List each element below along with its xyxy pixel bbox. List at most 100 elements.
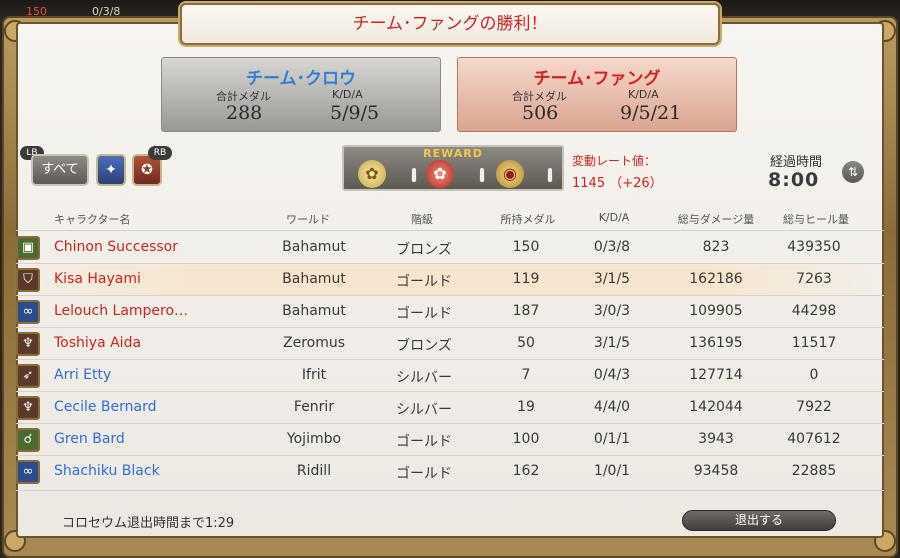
player-damage: 142044: [689, 399, 743, 415]
player-rank: ゴールド: [396, 274, 452, 290]
tab-all[interactable]: すべて: [31, 154, 89, 186]
player-medals: 50: [517, 335, 535, 351]
col-header-medals[interactable]: 所持メダル: [496, 211, 560, 227]
player-kda: 3/1/5: [593, 335, 631, 351]
player-medals: 150: [512, 239, 540, 255]
rating-change-value: 1145 （+26）: [572, 176, 663, 191]
col-header-world[interactable]: ワールド: [278, 211, 338, 227]
reward-panel: REWARD ✿ ✿ ◉: [342, 145, 564, 191]
player-name: Chinon Successor: [54, 239, 178, 255]
leave-button[interactable]: 退出する: [682, 510, 836, 531]
player-damage: 3943: [698, 431, 734, 447]
player-row[interactable]: ∞ Shachiku Black Ridill ゴールド 162 1/0/1 9…: [12, 457, 884, 487]
player-heal: 22885: [791, 463, 837, 479]
victory-banner: チーム･ファングの勝利！: [180, 3, 720, 45]
player-medals: 162: [512, 463, 540, 479]
team-fang-kda-label: K/D/A: [628, 88, 659, 101]
footer-divider: [16, 490, 884, 491]
player-rank: ゴールド: [396, 466, 452, 482]
medal-reward-icon: ◉: [496, 160, 524, 188]
player-name: Cecile Bernard: [54, 399, 157, 415]
row-divider: [16, 455, 884, 456]
player-world: Ifrit: [301, 367, 327, 383]
rating-change-label: 変動レート値：: [572, 154, 657, 168]
team-fang-medals: 506: [522, 102, 559, 124]
player-name: Toshiya Aida: [54, 335, 142, 351]
team-fang-kda: 9/5/21: [620, 102, 682, 124]
player-damage: 162186: [689, 271, 743, 287]
player-world: Fenrir: [293, 399, 335, 415]
player-row[interactable]: ➶ Arri Etty Ifrit シルバー 7 0/4/3 127714 0: [12, 361, 884, 391]
player-rank: ブロンズ: [396, 338, 452, 354]
wolf-mark-count: [411, 167, 417, 183]
player-row[interactable]: ♆ Cecile Bernard Fenrir シルバー 19 4/4/0 14…: [12, 393, 884, 423]
player-damage: 93458: [693, 463, 739, 479]
player-heal: 11517: [791, 335, 837, 351]
player-kda: 3/1/5: [593, 271, 631, 287]
player-kda: 0/4/3: [593, 367, 631, 383]
player-name: Gren Bard: [54, 431, 125, 447]
player-row[interactable]: ▣ Chinon Successor Bahamut ブロンズ 150 0/3/…: [12, 233, 884, 263]
player-rank: シルバー: [396, 370, 452, 386]
team-crow-medals: 288: [226, 102, 263, 124]
player-kda: 0/3/8: [593, 239, 631, 255]
team-fang-name: チーム･ファング: [533, 69, 661, 89]
player-damage: 136195: [689, 335, 743, 351]
player-heal: 0: [809, 367, 819, 383]
paladin-icon: ⛉: [16, 268, 40, 292]
ranked-mark-count: [479, 167, 485, 183]
dancer-icon: ∞: [16, 460, 40, 484]
col-header-kda[interactable]: K/D/A: [584, 211, 644, 224]
col-header-rank[interactable]: 階級: [392, 211, 452, 227]
player-damage: 109905: [689, 303, 743, 319]
player-name: Kisa Hayami: [54, 271, 141, 287]
player-medals: 100: [512, 431, 540, 447]
reward-title: REWARD: [423, 147, 483, 160]
row-divider: [16, 327, 884, 328]
scholar-icon: ▣: [16, 236, 40, 260]
player-name: Shachiku Black: [54, 463, 160, 479]
team-crow-emblem-icon: ✦: [105, 162, 117, 178]
player-medals: 119: [512, 271, 540, 287]
team-crow-kda-label: K/D/A: [332, 88, 363, 101]
player-world: Bahamut: [282, 271, 346, 287]
player-damage: 127714: [689, 367, 743, 383]
player-world: Ridill: [296, 463, 332, 479]
medal-reward-count: [547, 167, 553, 183]
elapsed-time-label: 経過時間: [770, 155, 823, 170]
row-divider: [16, 423, 884, 424]
team-crow-summary: チーム･クロウ 合計メダル K/D/A 288 5/9/5: [161, 57, 441, 132]
player-kda: 1/0/1: [593, 463, 631, 479]
elapsed-time-value: 8:00: [768, 169, 820, 191]
sort-toggle-button[interactable]: ⇅: [842, 161, 864, 183]
player-row[interactable]: ♆ Toshiya Aida Zeromus ブロンズ 50 3/1/5 136…: [12, 329, 884, 359]
player-medals: 187: [512, 303, 540, 319]
player-row[interactable]: ∞ Lelouch Lampero… Bahamut ゴールド 187 3/0/…: [12, 297, 884, 327]
player-heal: 439350: [787, 239, 841, 255]
row-divider: [16, 391, 884, 392]
rb-button-hint: RB: [148, 146, 172, 160]
wolf-mark-icon: ✿: [358, 160, 386, 188]
col-header-damage[interactable]: 総与ダメージ量: [666, 211, 766, 227]
player-row[interactable]: ☌ Gren Bard Yojimbo ゴールド 100 0/1/1 3943 …: [12, 425, 884, 455]
player-heal: 7263: [796, 271, 832, 287]
player-row[interactable]: ⛉ Kisa Hayami Bahamut ゴールド 119 3/1/5 162…: [12, 265, 884, 295]
warrior-icon: ♆: [16, 332, 40, 356]
player-medals: 19: [517, 399, 535, 415]
col-header-heal[interactable]: 総与ヒール量: [774, 211, 858, 227]
row-divider: [16, 295, 884, 296]
team-crow-kda: 5/9/5: [330, 102, 380, 124]
player-rank: ゴールド: [396, 434, 452, 450]
player-rank: ゴールド: [396, 306, 452, 322]
col-header-name[interactable]: キャラクター名: [54, 211, 131, 227]
player-name: Arri Etty: [54, 367, 112, 383]
player-rank: ブロンズ: [396, 242, 452, 258]
warrior-icon: ♆: [16, 396, 40, 420]
player-name: Lelouch Lampero…: [54, 303, 189, 319]
row-divider: [16, 263, 884, 264]
player-kda: 4/4/0: [593, 399, 631, 415]
player-rank: シルバー: [396, 402, 452, 418]
sort-arrows-icon: ⇅: [847, 165, 859, 179]
tab-team-crow[interactable]: ✦: [96, 154, 126, 186]
astrologian-icon: ☌: [16, 428, 40, 452]
